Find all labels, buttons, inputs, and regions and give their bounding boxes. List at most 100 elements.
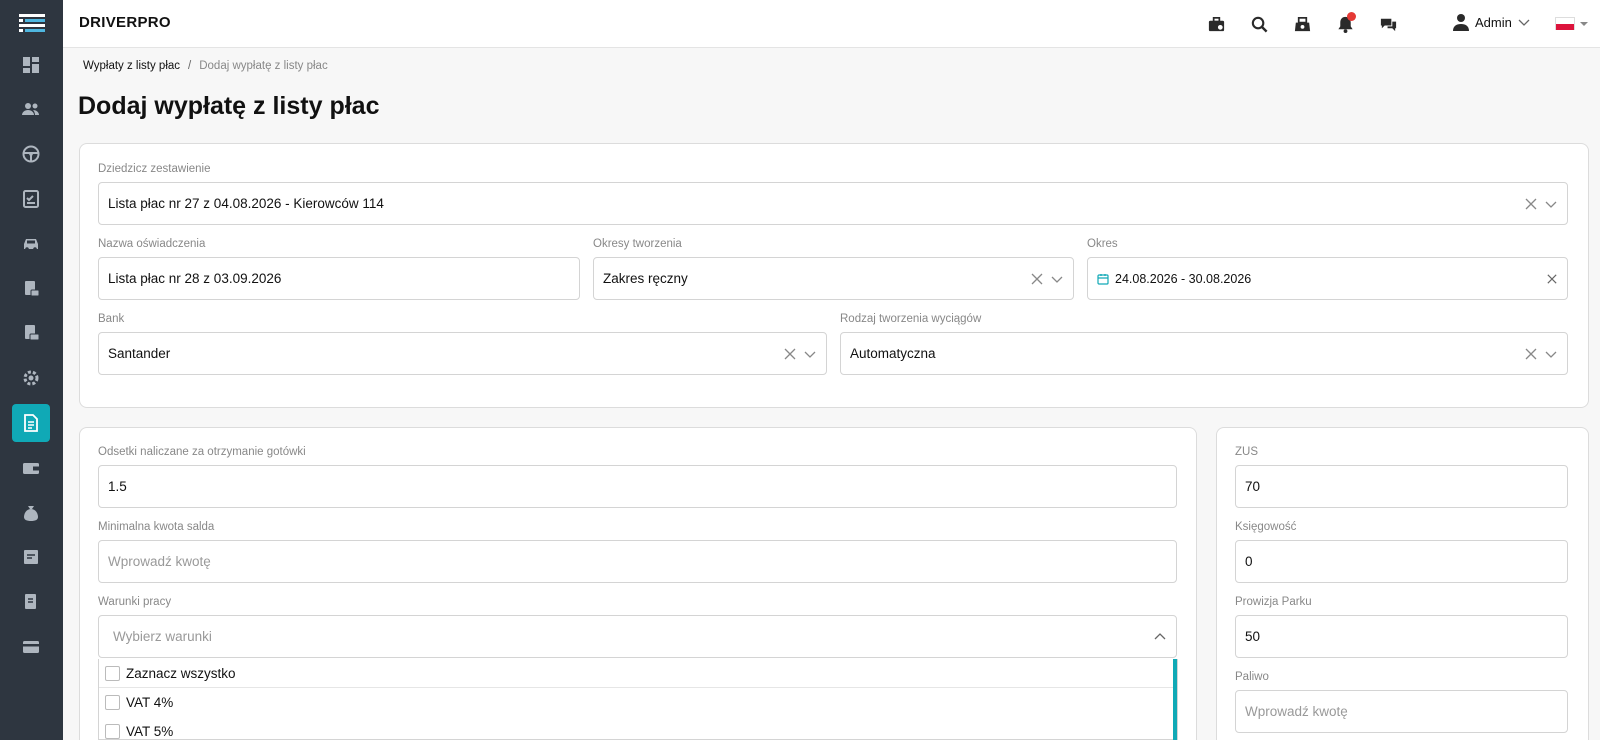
- clear-icon[interactable]: [1525, 198, 1537, 210]
- search-icon: [1251, 16, 1267, 32]
- sidebar-item-payroll[interactable]: [12, 404, 50, 442]
- breadcrumb: Wypłaty z listy płac / Dodaj wypłatę z l…: [83, 60, 328, 72]
- checkbox[interactable]: [105, 665, 120, 681]
- period-range-input[interactable]: 24.08.2026 - 30.08.2026: [1087, 257, 1568, 300]
- wallet-icon: [23, 463, 39, 474]
- park-commission-value: 50: [1245, 629, 1261, 644]
- statement-name-label: Nazwa oświadczenia: [98, 238, 206, 250]
- cash-register-icon: [1294, 16, 1310, 31]
- chevron-up-icon[interactable]: [1154, 631, 1166, 643]
- sidebar-item-reports[interactable]: [12, 538, 50, 576]
- top-bar: DRIVERPRO Admin: [63, 0, 1600, 48]
- sidebar-item-drivers[interactable]: [12, 135, 50, 173]
- work-conditions-placeholder: Wybierz warunki: [113, 629, 212, 644]
- briefcase-icon: [1208, 16, 1224, 31]
- checklist-icon: [23, 190, 39, 208]
- min-balance-label: Minimalna kwota salda: [98, 521, 215, 533]
- option-label: VAT 4%: [126, 695, 174, 710]
- period-value: 24.08.2026 - 30.08.2026: [1115, 271, 1252, 286]
- zus-label: ZUS: [1235, 446, 1258, 458]
- inherit-value: Lista płac nr 27 z 04.08.2026 - Kierowcó…: [108, 196, 384, 211]
- sidebar-item-dashboard[interactable]: [12, 46, 50, 84]
- checkbox[interactable]: [105, 724, 120, 739]
- zus-input[interactable]: 70: [1235, 465, 1568, 508]
- inherit-label: Dziedzicz zestawienie: [98, 163, 211, 175]
- min-balance-input[interactable]: Wprowadź kwotę: [98, 540, 1177, 583]
- chat-icon: [1380, 18, 1396, 31]
- chevron-down-icon: [1518, 19, 1530, 26]
- dashboard-icon: [23, 57, 39, 73]
- chevron-down-icon[interactable]: [804, 348, 816, 360]
- calendar-icon: [1097, 273, 1109, 285]
- user-menu[interactable]: Admin: [1453, 13, 1530, 31]
- sidebar-item-car-payments[interactable]: [12, 270, 50, 308]
- notifications-button[interactable]: [1334, 12, 1356, 35]
- accounting-value: 0: [1245, 554, 1253, 569]
- steering-wheel-icon: [22, 145, 40, 163]
- report-icon: [24, 550, 38, 564]
- clear-icon[interactable]: [1547, 273, 1557, 284]
- accounting-label: Księgowość: [1235, 521, 1297, 533]
- chevron-down-icon[interactable]: [1051, 273, 1063, 285]
- bank-label: Bank: [98, 313, 125, 325]
- creation-periods-select[interactable]: Zakres ręczny: [593, 257, 1074, 300]
- sidebar-item-vehicles[interactable]: [12, 225, 50, 263]
- car-document-icon: [25, 281, 40, 297]
- user-name: Admin: [1475, 14, 1512, 30]
- park-commission-input[interactable]: 50: [1235, 615, 1568, 658]
- sidebar: [0, 0, 63, 740]
- checkbox[interactable]: [105, 695, 120, 710]
- menu-logo-icon[interactable]: [17, 12, 47, 34]
- language-flag-icon[interactable]: [1555, 17, 1575, 30]
- chevron-down-icon[interactable]: [1545, 348, 1557, 360]
- chevron-down-icon[interactable]: [1545, 198, 1557, 210]
- sidebar-item-users[interactable]: [12, 90, 50, 128]
- clear-icon[interactable]: [1525, 348, 1537, 360]
- cash-register-button[interactable]: [1291, 13, 1313, 35]
- inherit-select[interactable]: Lista płac nr 27 z 04.08.2026 - Kierowcó…: [98, 182, 1568, 225]
- statement-name-input[interactable]: Lista płac nr 28 z 03.09.2026: [98, 257, 580, 300]
- fine-icon: [25, 594, 36, 609]
- statement-type-select[interactable]: Automatyczna: [840, 332, 1568, 375]
- cash-interest-label: Odsetki naliczane za otrzymanie gotówki: [98, 446, 306, 458]
- statement-type-label: Rodzaj tworzenia wyciągów: [840, 313, 982, 325]
- users-icon: [22, 103, 39, 115]
- car-icon: [24, 239, 38, 251]
- option-select-all[interactable]: Zaznacz wszystko: [99, 659, 1175, 688]
- option-vat-4[interactable]: VAT 4%: [99, 688, 1175, 717]
- creation-periods-value: Zakres ręczny: [603, 271, 688, 286]
- messages-button[interactable]: [1377, 13, 1399, 35]
- cash-interest-input[interactable]: 1.5: [98, 465, 1177, 508]
- creation-periods-label: Okresy tworzenia: [593, 238, 682, 250]
- statement-name-value: Lista płac nr 28 z 03.09.2026: [108, 271, 282, 286]
- bank-select[interactable]: Santander: [98, 332, 827, 375]
- clear-icon[interactable]: [784, 348, 796, 360]
- sidebar-item-wallet[interactable]: [12, 449, 50, 487]
- accounting-input[interactable]: 0: [1235, 540, 1568, 583]
- fuel-placeholder: Wprowadź kwotę: [1245, 704, 1348, 719]
- option-vat-5[interactable]: VAT 5%: [99, 717, 1175, 740]
- sidebar-item-car-reports[interactable]: [12, 314, 50, 352]
- notification-badge: [1347, 12, 1356, 21]
- work-conditions-select[interactable]: Wybierz warunki: [98, 615, 1177, 658]
- sidebar-item-finance[interactable]: [12, 494, 50, 532]
- gear-icon: [23, 370, 39, 386]
- work-conditions-label: Warunki pracy: [98, 596, 172, 608]
- search-button[interactable]: [1248, 13, 1270, 35]
- user-icon: [1453, 14, 1469, 31]
- option-label: VAT 5%: [126, 724, 174, 739]
- sidebar-item-settings[interactable]: [12, 359, 50, 397]
- page-title: Dodaj wypłatę z listy płac: [78, 92, 380, 120]
- sidebar-item-fines[interactable]: [12, 583, 50, 621]
- work-conditions-dropdown: Zaznacz wszystko VAT 4% VAT 5%: [98, 659, 1178, 740]
- car-report-icon: [25, 325, 40, 341]
- clear-icon[interactable]: [1031, 273, 1043, 285]
- briefcase-button[interactable]: [1205, 13, 1227, 35]
- dropdown-scrollbar[interactable]: [1173, 659, 1177, 740]
- language-caret-icon[interactable]: [1580, 22, 1588, 26]
- sidebar-item-tasks[interactable]: [12, 180, 50, 218]
- fuel-input[interactable]: Wprowadź kwotę: [1235, 690, 1568, 733]
- sidebar-item-cards[interactable]: [12, 628, 50, 666]
- breadcrumb-current: Dodaj wypłatę z listy płac: [199, 60, 328, 72]
- breadcrumb-parent-link[interactable]: Wypłaty z listy płac: [83, 60, 180, 72]
